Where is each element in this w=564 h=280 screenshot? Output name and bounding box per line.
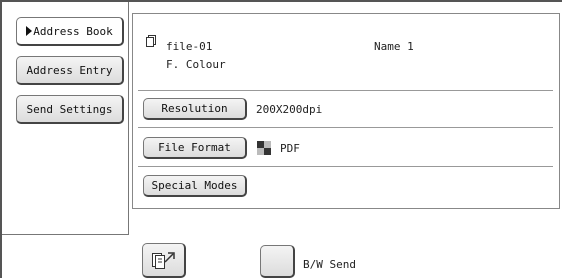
- address-book-button[interactable]: Address Book: [16, 17, 124, 46]
- bw-send-label: B/W Send: [303, 258, 356, 271]
- address-book-label: Address Book: [33, 24, 113, 38]
- recipient-name: Name 1: [374, 40, 414, 53]
- divider: [138, 90, 553, 91]
- divider: [138, 127, 553, 128]
- resolution-label: Resolution: [161, 102, 228, 115]
- address-entry-button[interactable]: Address Entry: [16, 56, 124, 85]
- preview-icon: [151, 252, 175, 269]
- send-settings-button[interactable]: Send Settings: [16, 95, 124, 124]
- special-modes-button[interactable]: Special Modes: [143, 175, 247, 197]
- file-name: file-01: [166, 40, 213, 53]
- address-entry-label: Address Entry: [26, 63, 113, 77]
- divider: [138, 166, 553, 167]
- file-format-value: PDF: [280, 142, 300, 155]
- file-format-button[interactable]: File Format: [143, 137, 247, 159]
- special-modes-label: Special Modes: [151, 179, 238, 192]
- send-settings-label: Send Settings: [26, 102, 113, 116]
- file-format-label: File Format: [158, 141, 231, 154]
- resolution-button[interactable]: Resolution: [143, 98, 247, 120]
- file-icon: [146, 35, 156, 47]
- preview-button[interactable]: [142, 243, 186, 278]
- triangle-right-icon: [26, 26, 33, 36]
- pdf-format-icon: [257, 141, 271, 155]
- resolution-value: 200X200dpi: [256, 103, 323, 116]
- bw-send-checkbox[interactable]: [260, 245, 295, 278]
- file-mode: F. Colour: [166, 58, 226, 71]
